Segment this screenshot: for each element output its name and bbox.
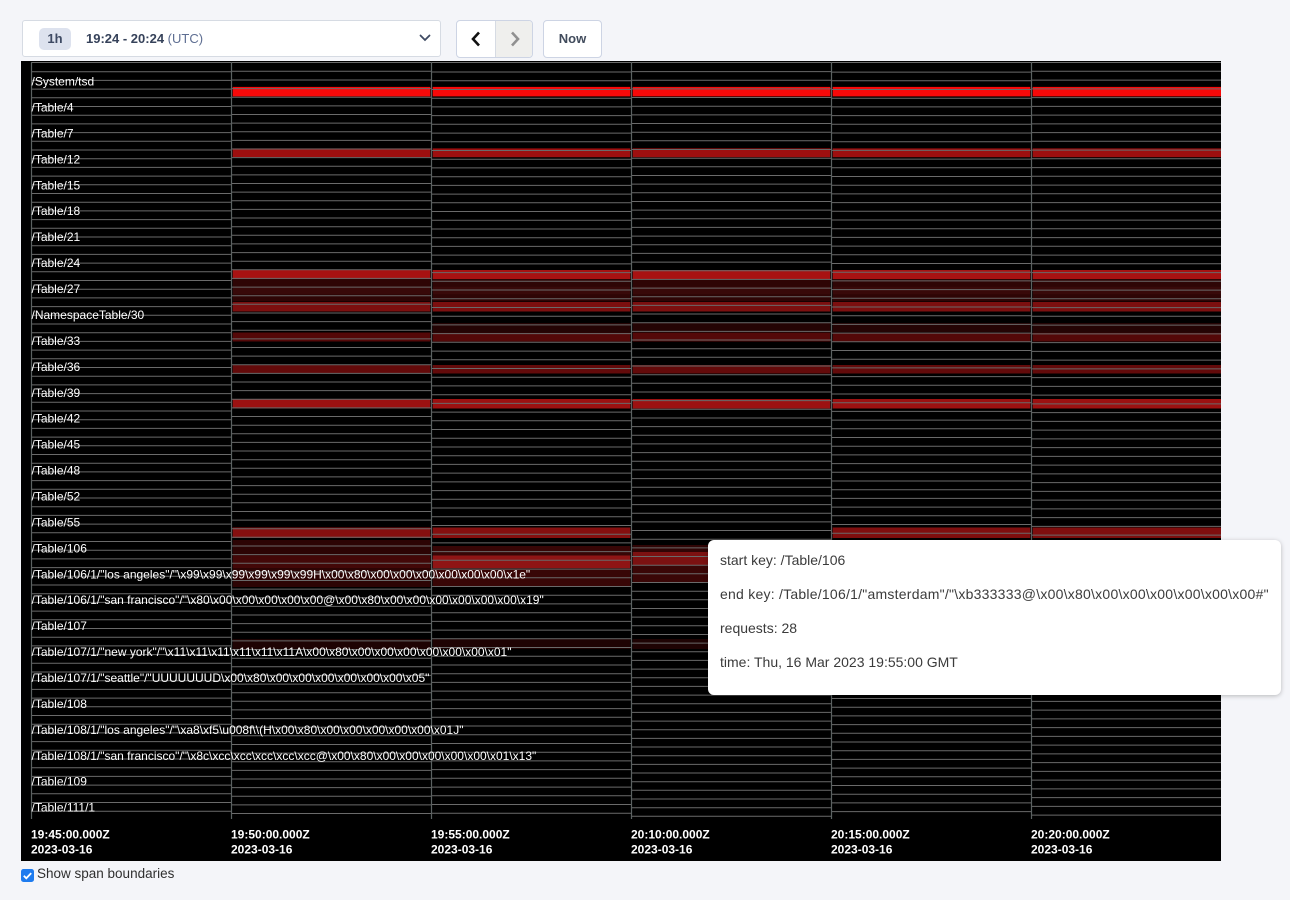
svg-text:2023-03-16: 2023-03-16 xyxy=(1031,843,1093,857)
svg-text:/Table/18: /Table/18 xyxy=(32,204,81,218)
svg-text:19:50:00.000Z: 19:50:00.000Z xyxy=(231,828,310,842)
svg-text:/Table/33: /Table/33 xyxy=(32,334,81,348)
svg-text:/Table/12: /Table/12 xyxy=(32,152,81,166)
svg-text:/Table/27: /Table/27 xyxy=(32,282,81,296)
svg-text:/Table/4: /Table/4 xyxy=(32,101,74,115)
svg-text:/Table/107/1/"seattle"/"UUUUUU: /Table/107/1/"seattle"/"UUUUUUUD\x00\x80… xyxy=(32,671,430,685)
svg-text:/Table/24: /Table/24 xyxy=(32,256,81,270)
svg-text:/Table/106: /Table/106 xyxy=(32,541,88,555)
svg-text:/Table/42: /Table/42 xyxy=(32,412,81,426)
svg-text:2023-03-16: 2023-03-16 xyxy=(31,843,93,857)
svg-text:/Table/45: /Table/45 xyxy=(32,438,81,452)
svg-text:2023-03-16: 2023-03-16 xyxy=(631,843,693,857)
svg-text:/Table/108/1/"los angeles"/"\x: /Table/108/1/"los angeles"/"\xa8\xf5\u00… xyxy=(32,723,464,737)
svg-text:/Table/15: /Table/15 xyxy=(32,178,81,192)
svg-text:/System/tsd: /System/tsd xyxy=(32,75,95,89)
svg-text:/Table/21: /Table/21 xyxy=(32,230,81,244)
svg-text:20:20:00.000Z: 20:20:00.000Z xyxy=(1031,828,1110,842)
svg-text:/Table/52: /Table/52 xyxy=(32,490,81,504)
svg-text:2023-03-16: 2023-03-16 xyxy=(831,843,893,857)
svg-text:/Table/36: /Table/36 xyxy=(32,360,81,374)
svg-text:/NamespaceTable/30: /NamespaceTable/30 xyxy=(32,308,145,322)
svg-text:/Table/106/1/"los angeles"/"\x: /Table/106/1/"los angeles"/"\x99\x99\x99… xyxy=(32,567,531,581)
svg-text:/Table/107/1/"new york"/"\x11\: /Table/107/1/"new york"/"\x11\x11\x11\x1… xyxy=(32,645,512,659)
svg-text:2023-03-16: 2023-03-16 xyxy=(231,843,293,857)
svg-text:/Table/48: /Table/48 xyxy=(32,464,81,478)
svg-text:/Table/107: /Table/107 xyxy=(32,619,88,633)
svg-text:/Table/109: /Table/109 xyxy=(32,775,88,789)
svg-text:19:55:00.000Z: 19:55:00.000Z xyxy=(431,828,510,842)
svg-text:/Table/55: /Table/55 xyxy=(32,515,81,529)
svg-text:/Table/106/1/"san francisco"/": /Table/106/1/"san francisco"/"\x80\x00\x… xyxy=(32,593,544,607)
svg-text:/Table/39: /Table/39 xyxy=(32,386,81,400)
svg-text:/Table/111/1: /Table/111/1 xyxy=(32,801,96,815)
svg-text:20:15:00.000Z: 20:15:00.000Z xyxy=(831,828,910,842)
svg-text:/Table/7: /Table/7 xyxy=(32,127,74,141)
svg-text:/Table/108/1/"san francisco"/": /Table/108/1/"san francisco"/"\x8c\xcc\x… xyxy=(32,749,537,763)
svg-text:19:45:00.000Z: 19:45:00.000Z xyxy=(31,828,110,842)
svg-text:2023-03-16: 2023-03-16 xyxy=(431,843,493,857)
svg-text:/Table/108: /Table/108 xyxy=(32,697,88,711)
svg-text:20:10:00.000Z: 20:10:00.000Z xyxy=(631,828,710,842)
